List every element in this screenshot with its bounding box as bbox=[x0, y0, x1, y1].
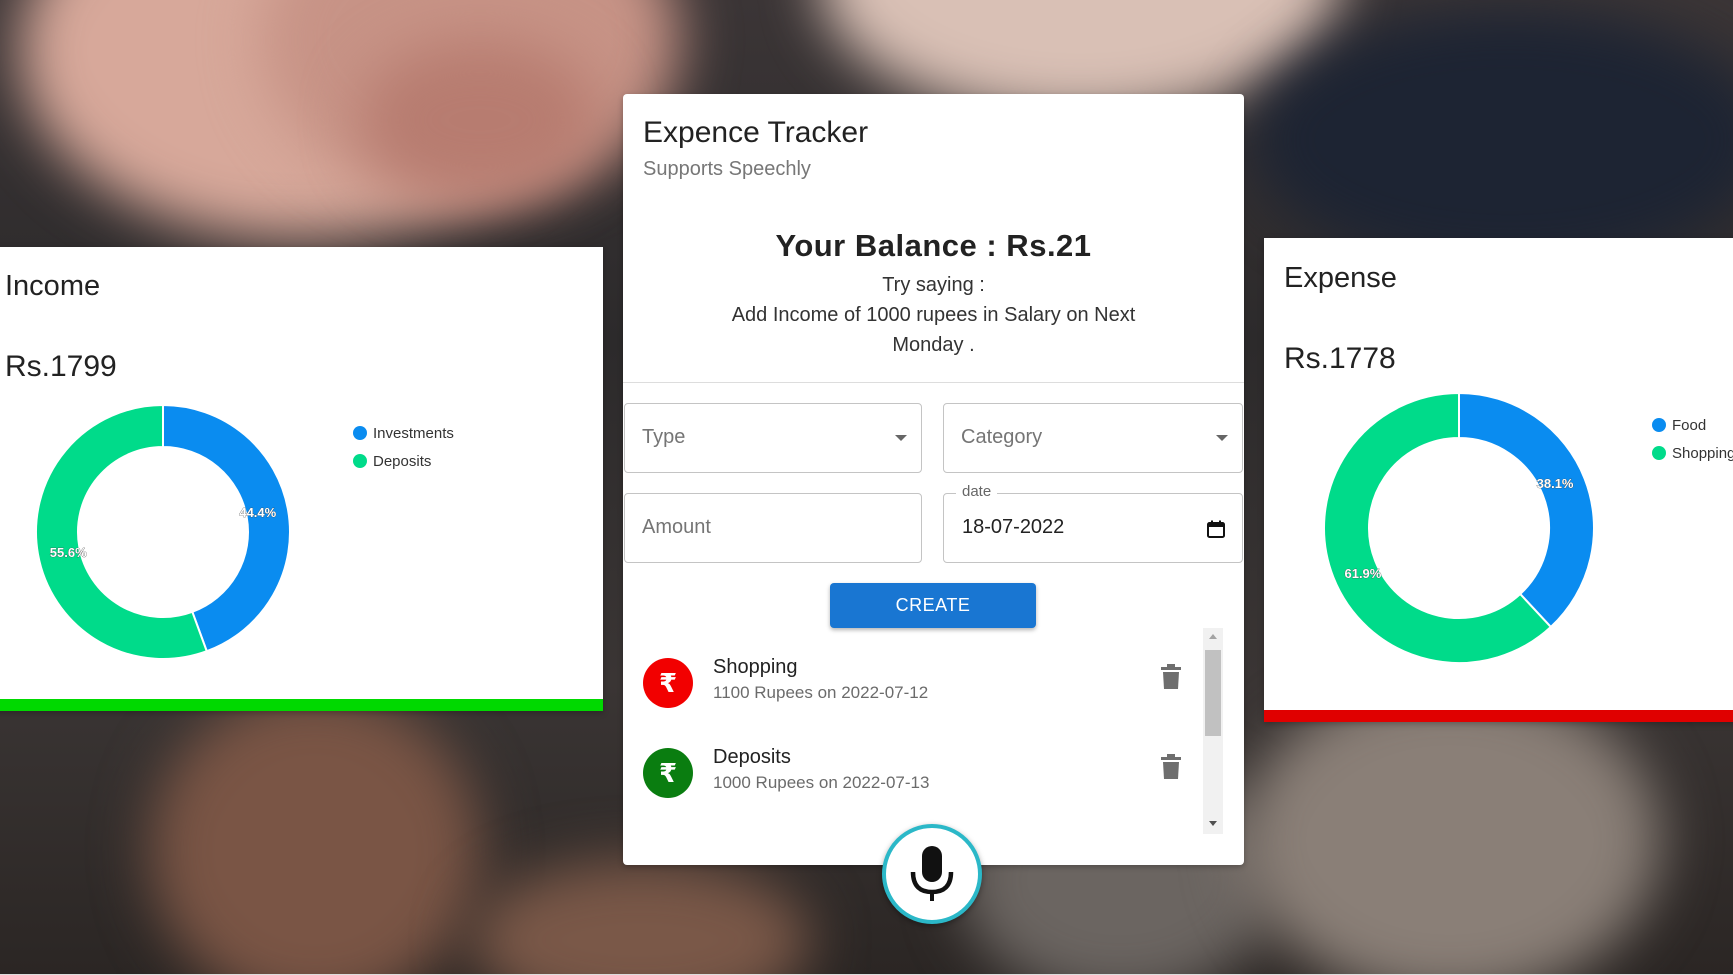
amount-input[interactable]: Amount bbox=[624, 493, 922, 563]
expense-title: Expense bbox=[1284, 262, 1397, 294]
income-amount: Rs.1799 bbox=[5, 350, 117, 383]
calendar-icon[interactable] bbox=[1206, 519, 1226, 544]
create-button[interactable]: CREATE bbox=[830, 583, 1036, 628]
income-slice-label: 44.4% bbox=[239, 505, 276, 520]
expense-amount: Rs.1778 bbox=[1284, 342, 1396, 375]
income-title: Income bbox=[5, 270, 101, 302]
app-title: Expence Tracker bbox=[643, 116, 869, 149]
legend-swatch bbox=[353, 426, 367, 440]
income-donut-chart: 44.4% 55.6% bbox=[28, 397, 298, 672]
expense-slice-food[interactable] bbox=[1458, 391, 1595, 629]
transaction-detail: 1100 Rupees on 2022-07-12 bbox=[713, 683, 929, 702]
date-value: 18-07-2022 bbox=[962, 516, 1065, 538]
transaction-name: Shopping bbox=[713, 656, 798, 678]
chevron-down-icon bbox=[1216, 435, 1228, 441]
legend-item[interactable]: Investments bbox=[353, 419, 454, 447]
expense-card: Expense Rs.1778 38.1% 61.9% Food Shopping bbox=[1264, 238, 1733, 722]
rupee-icon: ₹ bbox=[643, 748, 693, 798]
legend-label: Food bbox=[1672, 416, 1707, 434]
list-item[interactable]: ₹ Deposits 1000 Rupees on 2022-07-13 bbox=[623, 718, 1203, 808]
microphone-icon bbox=[910, 846, 954, 901]
legend-item[interactable]: Shopping bbox=[1652, 439, 1733, 467]
main-card: Expence Tracker Supports Speechly Your B… bbox=[623, 94, 1244, 865]
category-placeholder: Category bbox=[961, 426, 1043, 448]
legend-label: Shopping bbox=[1672, 444, 1733, 462]
date-input[interactable]: date 18-07-2022 bbox=[943, 483, 1243, 563]
type-placeholder: Type bbox=[642, 426, 686, 448]
chevron-down-icon bbox=[895, 435, 907, 441]
expense-donut-chart: 38.1% 61.9% bbox=[1319, 388, 1599, 673]
expense-slice-label: 61.9% bbox=[1344, 566, 1381, 581]
type-select[interactable]: Type bbox=[624, 403, 922, 473]
income-slice-label: 55.6% bbox=[50, 545, 87, 560]
date-label: date bbox=[956, 483, 998, 500]
legend-swatch bbox=[1652, 446, 1666, 460]
scroll-up-arrow[interactable] bbox=[1209, 634, 1217, 639]
microphone-button[interactable] bbox=[882, 824, 982, 924]
trash-icon[interactable] bbox=[1160, 664, 1182, 695]
scroll-thumb[interactable] bbox=[1205, 650, 1221, 736]
legend-label: Investments bbox=[373, 424, 454, 442]
legend-swatch bbox=[1652, 418, 1666, 432]
hint-intro: Try saying : bbox=[882, 274, 985, 296]
hint-example: Add Income of 1000 rupees in Salary on N… bbox=[731, 304, 1136, 356]
rupee-icon: ₹ bbox=[643, 658, 693, 708]
scroll-down-arrow[interactable] bbox=[1209, 821, 1217, 826]
transaction-detail: 1000 Rupees on 2022-07-13 bbox=[713, 773, 930, 792]
legend-item[interactable]: Food bbox=[1652, 411, 1733, 439]
list-item[interactable]: ₹ Shopping 1100 Rupees on 2022-07-12 bbox=[623, 628, 1203, 718]
income-legend: Investments Deposits bbox=[353, 419, 454, 475]
legend-label: Deposits bbox=[373, 452, 432, 470]
balance-text: Your Balance : Rs.21 bbox=[775, 228, 1092, 263]
expense-slice-label: 38.1% bbox=[1537, 476, 1574, 491]
transaction-list: ₹ Shopping 1100 Rupees on 2022-07-12 ₹ D… bbox=[623, 628, 1244, 834]
legend-item[interactable]: Deposits bbox=[353, 447, 454, 475]
income-card: Income Rs.1799 44.4% 55.6% Investments De… bbox=[0, 247, 603, 711]
transaction-name: Deposits bbox=[713, 746, 791, 768]
divider bbox=[623, 382, 1244, 383]
speech-hint: Try saying : Add Income of 1000 rupees i… bbox=[713, 270, 1154, 360]
legend-swatch bbox=[353, 454, 367, 468]
app-subtitle: Supports Speechly bbox=[643, 158, 811, 180]
transaction-scrollbar[interactable] bbox=[1203, 628, 1223, 834]
amount-placeholder: Amount bbox=[642, 516, 711, 538]
category-select[interactable]: Category bbox=[943, 403, 1243, 473]
trash-icon[interactable] bbox=[1160, 754, 1182, 785]
expense-legend: Food Shopping bbox=[1652, 411, 1733, 467]
